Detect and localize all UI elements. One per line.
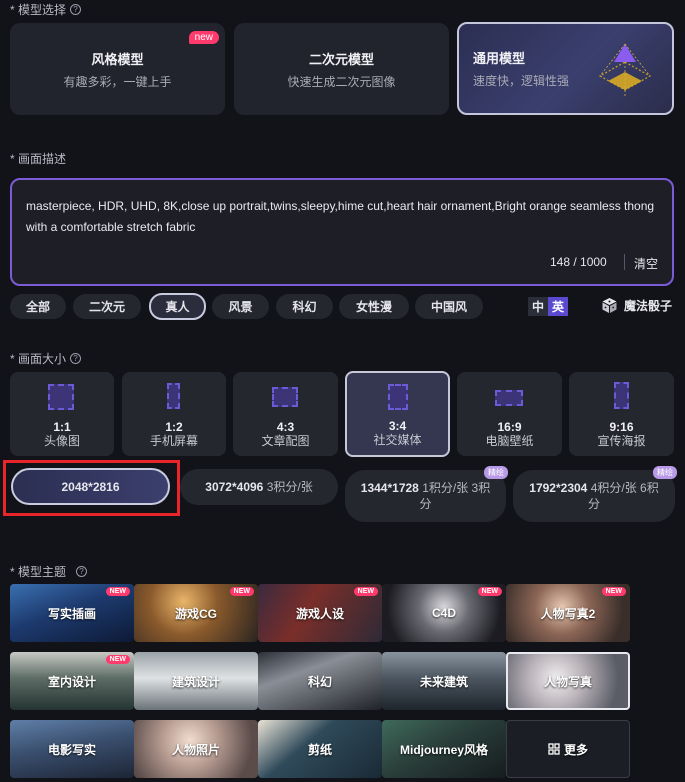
- theme-tile-paper-cut[interactable]: 剪纸: [258, 720, 382, 778]
- lang-toggle[interactable]: 中 英: [528, 297, 569, 316]
- theme-tile-portrait-2[interactable]: 人物写真2 NEW: [506, 584, 630, 642]
- lang-en[interactable]: 英: [548, 297, 569, 316]
- refine-tag: 精绘: [653, 466, 677, 479]
- prompt-section-label: * 画面描述: [10, 152, 67, 166]
- chip-landscape[interactable]: 风景: [212, 294, 269, 319]
- chip-scifi[interactable]: 科幻: [276, 294, 333, 319]
- refine-tag: 精绘: [484, 466, 508, 479]
- theme-tile-game-cg[interactable]: 游戏CG NEW: [134, 584, 258, 642]
- theme-tile-realistic-illustration[interactable]: 写实插画 NEW: [10, 584, 134, 642]
- chip-real[interactable]: 真人: [149, 293, 206, 320]
- grid-icon: [548, 743, 560, 755]
- lang-zh[interactable]: 中: [528, 297, 549, 316]
- resolution-option-1792[interactable]: 1792*2304 4积分/张 6积 分: [513, 470, 675, 522]
- prompt-textarea[interactable]: masterpiece, HDR, UHD, 8K,close up portr…: [10, 178, 674, 286]
- help-icon[interactable]: ?: [76, 566, 88, 577]
- ratio-16-9[interactable]: 16:9 电脑壁纸: [457, 372, 562, 456]
- theme-tile-architecture[interactable]: 建筑设计: [134, 652, 258, 710]
- chip-female-comic[interactable]: 女性漫: [339, 294, 409, 319]
- chip-chinese[interactable]: 中国风: [415, 294, 483, 319]
- theme-section-label: * 模型主题 ?: [10, 563, 88, 580]
- chip-all[interactable]: 全部: [10, 294, 66, 319]
- ratio-1-1[interactable]: 1:1 头像图: [10, 372, 114, 456]
- prompt-text[interactable]: masterpiece, HDR, UHD, 8K,close up portr…: [26, 196, 656, 238]
- chip-anime[interactable]: 二次元: [73, 294, 141, 319]
- ratio-1-2[interactable]: 1:2 手机屏幕: [122, 372, 226, 456]
- ratio-shape-icon: [388, 384, 408, 410]
- theme-tile-portrait[interactable]: 人物写真: [506, 652, 630, 710]
- divider: [624, 254, 625, 270]
- new-badge: new: [188, 31, 219, 44]
- theme-tile-film-realism[interactable]: 电影写实: [10, 720, 134, 778]
- theme-tile-future-architecture[interactable]: 未来建筑: [382, 652, 506, 710]
- ratio-9-16[interactable]: 9:16 宣传海报: [569, 372, 674, 456]
- help-icon[interactable]: ?: [70, 353, 82, 364]
- pyramid-icon: [598, 43, 652, 98]
- model-section-label: * 模型选择 ?: [10, 1, 82, 18]
- theme-tile-midjourney-style[interactable]: Midjourney风格: [382, 720, 506, 778]
- model-card-general[interactable]: 通用模型 速度快，逻辑性强: [457, 22, 674, 115]
- dice-icon: [602, 298, 617, 313]
- theme-tile-scifi[interactable]: 科幻: [258, 652, 382, 710]
- model-card-style[interactable]: 风格模型 有趣多彩，一键上手 new: [10, 23, 225, 115]
- theme-more-button[interactable]: 更多: [506, 720, 630, 778]
- theme-tile-c4d[interactable]: C4D NEW: [382, 584, 506, 642]
- ratio-3-4[interactable]: 3:4 社交媒体: [345, 371, 450, 457]
- ratio-shape-icon: [272, 387, 298, 407]
- magic-dice-button[interactable]: 魔法骰子: [601, 297, 672, 314]
- theme-tile-people-photo[interactable]: 人物照片: [134, 720, 258, 778]
- model-card-anime[interactable]: 二次元模型 快速生成二次元图像: [234, 23, 449, 115]
- ratio-shape-icon: [614, 382, 629, 409]
- resolution-option-2048[interactable]: 2048*2816: [11, 468, 170, 505]
- resolution-option-1344[interactable]: 1344*1728 1积分/张 3积 分: [345, 470, 506, 522]
- ratio-shape-icon: [495, 390, 523, 406]
- ratio-shape-icon: [167, 383, 180, 409]
- theme-tile-interior-design[interactable]: 室内设计 NEW: [10, 652, 134, 710]
- help-icon[interactable]: ?: [70, 4, 82, 15]
- char-counter: 148 / 1000: [550, 255, 607, 269]
- clear-button[interactable]: 清空: [634, 255, 658, 272]
- size-section-label: * 画面大小 ?: [10, 350, 82, 367]
- ratio-4-3[interactable]: 4:3 文章配图: [233, 372, 338, 456]
- ratio-shape-icon: [48, 384, 74, 410]
- resolution-option-3072[interactable]: 3072*4096 3积分/张: [180, 469, 338, 505]
- theme-tile-game-character[interactable]: 游戏人设 NEW: [258, 584, 382, 642]
